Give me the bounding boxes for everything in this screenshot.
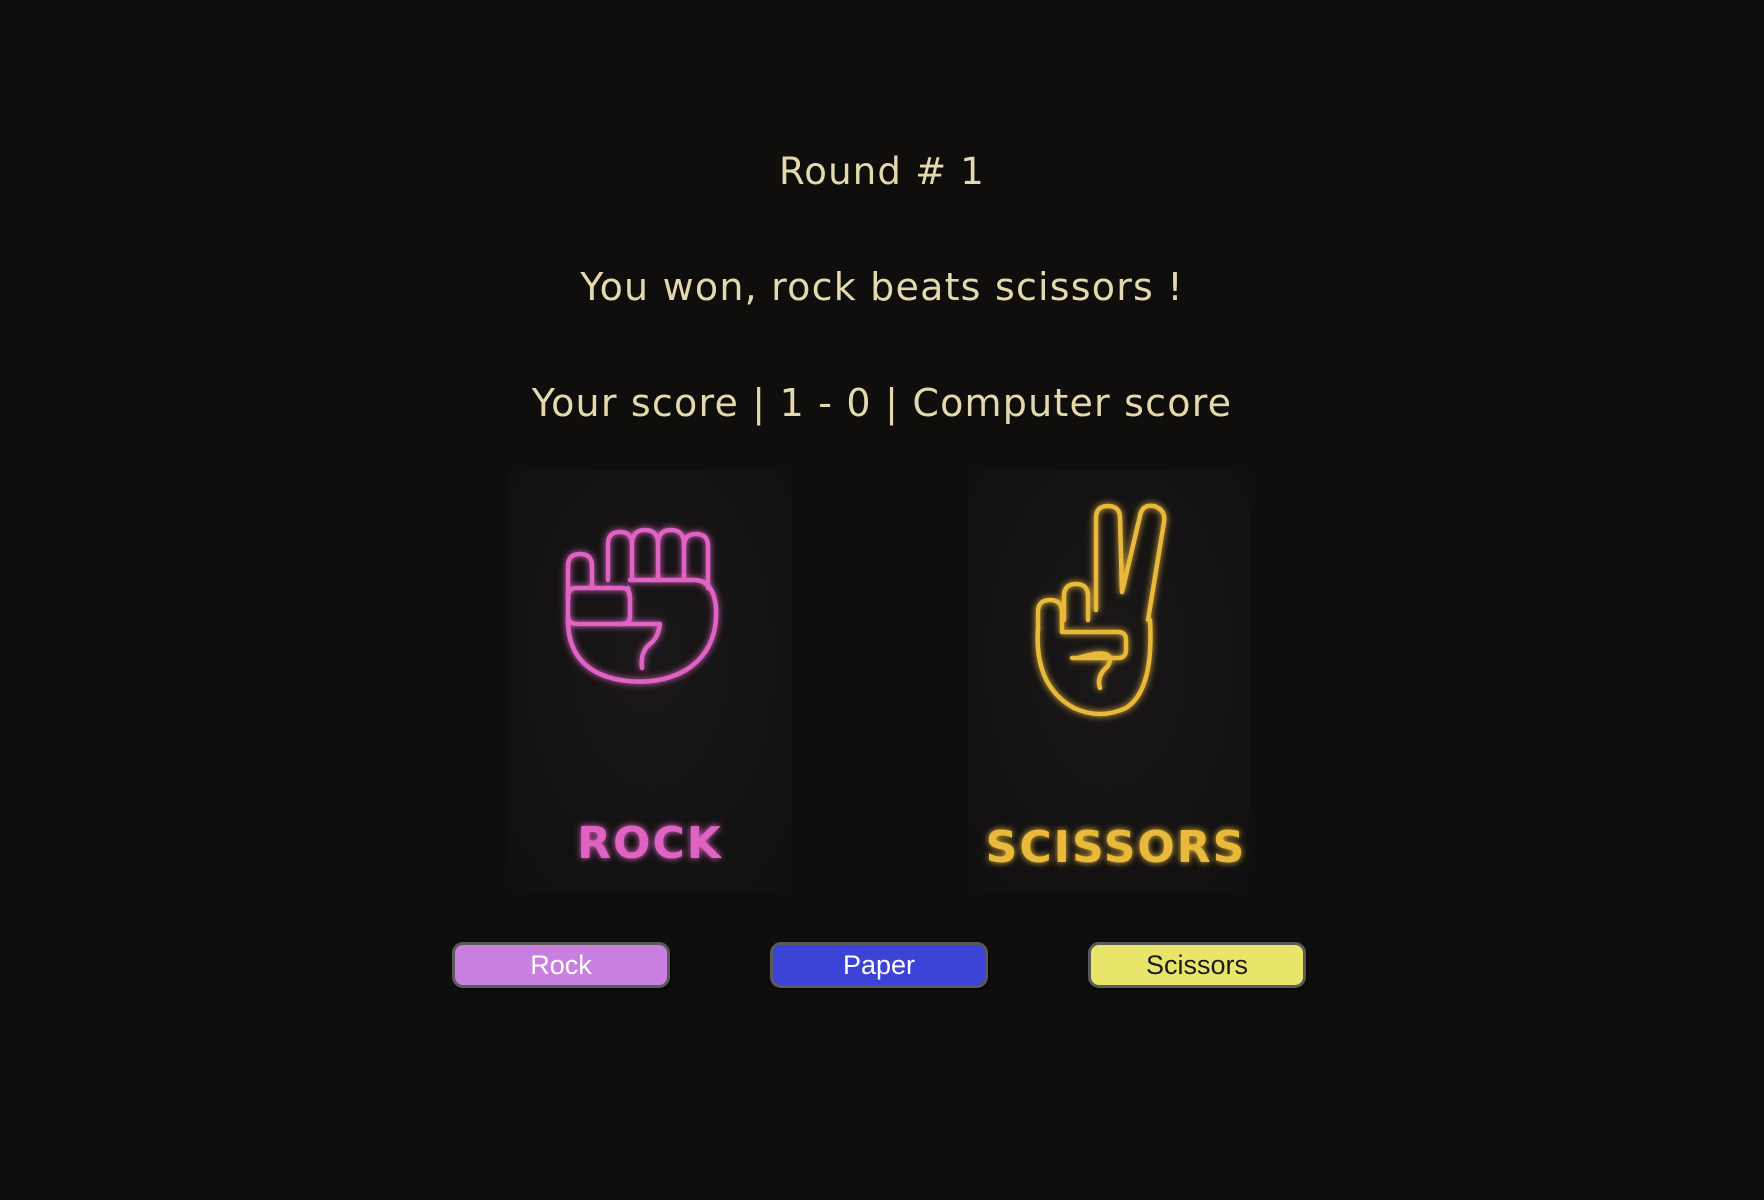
scissors-button[interactable]: Scissors — [1088, 942, 1306, 988]
player-card-label: ROCK — [577, 818, 723, 869]
computer-card-label: SCISSORS — [986, 822, 1247, 873]
paper-button[interactable]: Paper — [770, 942, 988, 988]
player-choice-card: ROCK — [508, 470, 792, 892]
rock-button[interactable]: Rock — [452, 942, 670, 988]
score-line: Your score | 1 - 0 | Computer score — [531, 381, 1233, 425]
round-title: Round # 1 — [779, 150, 985, 193]
game-screen: Round # 1 You won, rock beats scissors !… — [0, 0, 1764, 1200]
round-result-message: You won, rock beats scissors ! — [580, 265, 1184, 309]
fist-icon: ROCK — [565, 527, 723, 869]
computer-choice-card: SCISSORS — [968, 470, 1250, 892]
peace-sign-icon: SCISSORS — [986, 503, 1247, 873]
